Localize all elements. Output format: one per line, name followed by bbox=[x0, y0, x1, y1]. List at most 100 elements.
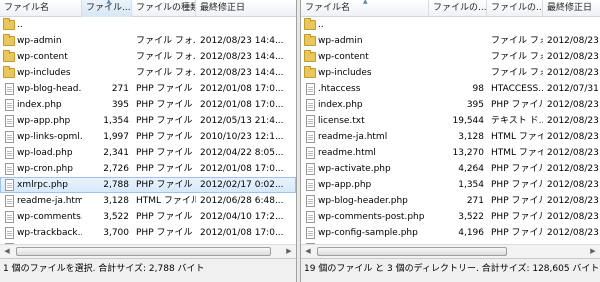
file-type-cell: PHP ファイル bbox=[136, 148, 193, 158]
file-size-cell: 98 bbox=[472, 84, 484, 94]
file-name: wp-content bbox=[17, 52, 68, 62]
file-row[interactable]: readme-ja.html 3,128 HTML ファイル 2012/08/23 bbox=[301, 129, 600, 145]
file-size-cell: 2,788 bbox=[103, 180, 129, 190]
file-name-cell: readme-ja.html bbox=[0, 193, 82, 209]
file-size-cell: 3,128 bbox=[458, 132, 484, 142]
header-filetype[interactable]: ファイルの種類 bbox=[132, 0, 196, 17]
file-type-cell: PHP ファイル bbox=[491, 164, 543, 174]
file-size-cell: 271 bbox=[466, 196, 484, 206]
file-name-cell: wp-includes bbox=[0, 65, 82, 81]
file-type-cell: PHP ファイル bbox=[491, 228, 543, 238]
file-row[interactable]: wp-trackback... 3,700 PHP ファイル 2012/01/08 1… bbox=[0, 225, 296, 241]
file-name: wp-comments-post.php bbox=[318, 212, 425, 222]
file-name: readme-ja.html bbox=[17, 196, 82, 206]
file-name: wp-admin bbox=[318, 36, 363, 46]
file-icon bbox=[306, 131, 315, 143]
file-row[interactable]: wp-config-sample.php 4,196 PHP ファイル 2012/08… bbox=[301, 225, 600, 241]
file-name-cell: .. bbox=[301, 17, 429, 33]
file-row[interactable]: wp-admin ファイル フォ... 2012/08/23 bbox=[301, 33, 600, 49]
file-size-cell bbox=[82, 17, 132, 33]
file-size-cell: 395 bbox=[466, 100, 484, 110]
scroll-left-arrow-icon[interactable]: ◀ bbox=[301, 245, 315, 258]
file-date-cell bbox=[543, 17, 600, 33]
file-name: wp-links-opml... bbox=[17, 132, 82, 142]
file-size-cell: 1,354 bbox=[458, 180, 484, 190]
file-size-cell: 3,128 bbox=[103, 196, 129, 206]
file-name-cell: wp-config-sample.php bbox=[301, 225, 429, 241]
file-row[interactable]: wp-app.php 1,354 PHP ファイル 2012/08/23 bbox=[301, 177, 600, 193]
file-type-cell: ファイル フォ... bbox=[136, 52, 196, 62]
file-name: wp-admin bbox=[17, 36, 62, 46]
file-row[interactable]: wp-content ファイル フォ... 2012/08/23 bbox=[301, 49, 600, 65]
header-modified[interactable]: 最終修正日 bbox=[196, 0, 296, 17]
remote-file-pane[interactable]: ▲ ファイル名 ファイルの... ファイルの... 最終修正日 .. wp-admi… bbox=[300, 0, 600, 282]
file-date-cell bbox=[196, 17, 296, 33]
file-row[interactable]: .htaccess 98 HTACCESS... 2012/07/31 bbox=[301, 81, 600, 97]
remote-horizontal-scrollbar[interactable]: ◀ ▶ bbox=[301, 244, 600, 258]
file-size-cell bbox=[429, 17, 487, 33]
file-name: wp-includes bbox=[17, 68, 71, 78]
file-row[interactable]: wp-content ファイル フォ... 2012/08/23 14:4... bbox=[0, 49, 296, 65]
file-name-cell: index.php bbox=[0, 97, 82, 113]
file-row[interactable]: wp-blog-head... 271 PHP ファイル 2012/01/08 17:… bbox=[0, 81, 296, 97]
file-size-cell: 19,544 bbox=[452, 116, 485, 126]
scroll-right-arrow-icon[interactable]: ▶ bbox=[282, 245, 296, 258]
file-icon bbox=[5, 195, 14, 207]
file-name: wp-content bbox=[318, 52, 369, 62]
file-date-cell: 2012/08/23 bbox=[547, 164, 599, 174]
file-row[interactable]: wp-comments... 3,522 PHP ファイル 2012/04/10 17… bbox=[0, 209, 296, 225]
file-type-cell: HTACCESS... bbox=[491, 84, 543, 94]
local-horizontal-scrollbar[interactable]: ◀ ▶ bbox=[0, 244, 296, 258]
scrollbar-thumb[interactable] bbox=[16, 247, 271, 256]
local-file-pane[interactable]: ファイル名 ▲ ファイル... ファイルの種類 最終修正日 .. wp-admin フ… bbox=[0, 0, 297, 282]
file-size-cell bbox=[82, 65, 132, 81]
file-row[interactable]: .. bbox=[301, 17, 600, 33]
file-date-cell: 2012/05/13 21:4... bbox=[200, 116, 284, 126]
folder-icon bbox=[304, 18, 316, 30]
header-filesize[interactable]: ファイルの... bbox=[429, 0, 487, 17]
file-name-cell: readme-ja.html bbox=[301, 129, 429, 145]
file-row[interactable]: readme.html 13,270 HTML ファイル 2012/08/23 bbox=[301, 145, 600, 161]
file-row[interactable]: wp-includes ファイル フォ... 2012/08/23 bbox=[301, 65, 600, 81]
file-name: wp-blog-head... bbox=[17, 84, 82, 94]
header-filesize[interactable]: ▲ ファイル... bbox=[82, 0, 132, 17]
file-icon bbox=[306, 99, 315, 111]
file-type-cell: ファイル フォ... bbox=[491, 52, 543, 62]
file-name: wp-trackback... bbox=[17, 228, 82, 238]
file-date-cell: 2012/08/23 bbox=[547, 180, 599, 190]
file-icon bbox=[5, 227, 14, 239]
file-row[interactable]: wp-load.php 2,341 PHP ファイル 2012/04/22 8:05.… bbox=[0, 145, 296, 161]
file-row[interactable]: license.txt 19,544 テキスト ド... 2012/08/23 bbox=[301, 113, 600, 129]
file-name-cell: .. bbox=[0, 17, 82, 33]
file-row[interactable]: wp-blog-header.php 271 PHP ファイル 2012/08/23 bbox=[301, 193, 600, 209]
header-modified[interactable]: 最終修正日 bbox=[543, 0, 600, 17]
header-filetype[interactable]: ファイルの... bbox=[487, 0, 543, 17]
scroll-left-arrow-icon[interactable]: ◀ bbox=[0, 245, 14, 258]
scroll-right-arrow-icon[interactable]: ▶ bbox=[586, 245, 600, 258]
file-row[interactable]: wp-includes ファイル フォ... 2012/08/23 14:4... bbox=[0, 65, 296, 81]
file-type-cell: PHP ファイル bbox=[136, 132, 193, 142]
file-name-cell: wp-blog-header.php bbox=[301, 193, 429, 209]
file-row[interactable]: index.php 395 PHP ファイル 2012/01/08 17:0... bbox=[0, 97, 296, 113]
file-row[interactable]: wp-comments-post.php 3,522 PHP ファイル 2012/08… bbox=[301, 209, 600, 225]
file-name: .. bbox=[318, 20, 324, 30]
header-filename[interactable]: ファイル名 bbox=[0, 0, 82, 17]
file-row[interactable]: wp-links-opml... 1,997 PHP ファイル 2010/10/23 … bbox=[0, 129, 296, 145]
file-type-cell: PHP ファイル bbox=[491, 212, 543, 222]
scrollbar-thumb[interactable] bbox=[317, 247, 507, 256]
file-row[interactable]: wp-cron.php 2,726 PHP ファイル 2012/01/08 17:0.… bbox=[0, 161, 296, 177]
file-date-cell: 2012/06/28 6:48... bbox=[200, 196, 284, 206]
file-name: wp-comments... bbox=[17, 212, 82, 222]
file-row[interactable]: xmlrpc.php 2,788 PHP ファイル 2012/02/17 0:02..… bbox=[0, 177, 296, 193]
file-row[interactable]: wp-app.php 1,354 PHP ファイル 2012/05/13 21:4..… bbox=[0, 113, 296, 129]
file-row[interactable]: .. bbox=[0, 17, 296, 33]
file-row[interactable]: index.php 395 PHP ファイル 2012/08/23 bbox=[301, 97, 600, 113]
file-row[interactable]: wp-activate.php 4,264 PHP ファイル 2012/08/23 bbox=[301, 161, 600, 177]
file-type-cell: PHP ファイル bbox=[136, 100, 193, 110]
file-type-cell: ファイル フォ... bbox=[491, 36, 543, 46]
header-filename[interactable]: ▲ ファイル名 bbox=[301, 0, 429, 17]
file-row[interactable]: wp-admin ファイル フォ... 2012/08/23 14:4... bbox=[0, 33, 296, 49]
file-date-cell: 2012/08/23 bbox=[547, 100, 599, 110]
file-row[interactable]: readme-ja.html 3,128 HTML ファイル 2012/06/28 6… bbox=[0, 193, 296, 209]
folder-icon bbox=[3, 18, 15, 30]
